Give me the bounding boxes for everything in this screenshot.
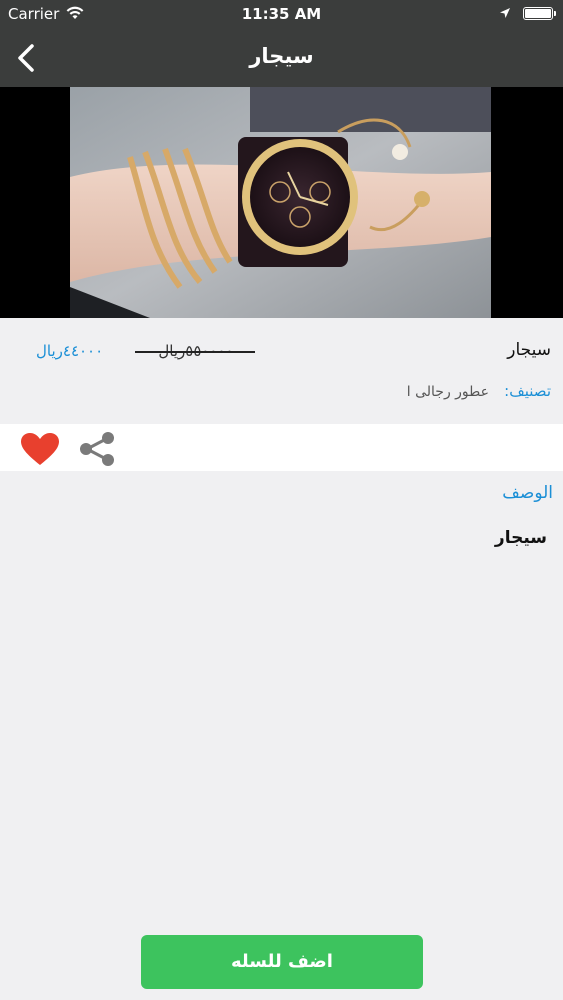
category-label: تصنيف: <box>504 382 551 400</box>
battery-icon <box>523 7 556 20</box>
new-price: ٤٤٠٠٠ريال <box>36 342 104 360</box>
nav-bar: سيجار <box>0 30 563 87</box>
heart-icon[interactable] <box>20 432 60 466</box>
product-image-area <box>0 87 563 318</box>
product-info: سيجار ٥٥٠٠٠٠ريال ٤٤٠٠٠ريال تصنيف: عطور ر… <box>0 318 563 424</box>
page-title: سيجار <box>249 44 314 68</box>
description-title: الوصف <box>502 483 553 503</box>
status-bar: Carrier 11:35 AM <box>0 0 563 30</box>
old-price-strikethrough <box>135 351 255 353</box>
share-icon[interactable] <box>78 431 116 467</box>
description-body: سيجار <box>494 528 547 548</box>
product-name: سيجار <box>507 340 551 360</box>
add-to-cart-button[interactable]: اضف للسله <box>141 935 423 989</box>
action-row <box>0 424 563 471</box>
clock: 11:35 AM <box>241 5 322 23</box>
product-photo[interactable] <box>70 87 491 318</box>
location-arrow-icon <box>500 8 510 18</box>
category-value[interactable]: عطور رجالى ا <box>407 384 489 400</box>
